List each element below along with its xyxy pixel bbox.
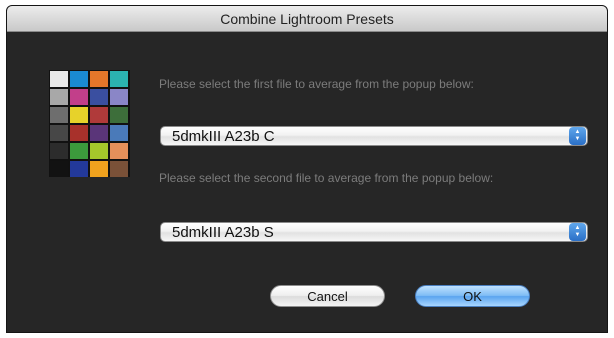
first-file-prompt: Please select the first file to average … — [159, 77, 474, 91]
color-swatch — [50, 71, 68, 87]
color-swatch — [90, 89, 108, 105]
color-swatch — [70, 107, 88, 123]
color-swatch — [50, 89, 68, 105]
color-swatch — [90, 71, 108, 87]
color-swatch — [50, 161, 68, 177]
color-swatch — [110, 89, 128, 105]
color-swatch — [90, 161, 108, 177]
popup-arrows-icon: ▲ ▼ — [569, 223, 586, 241]
first-file-selected: 5dmkIII A23b C — [172, 127, 275, 145]
dialog-content: Please select the first file to average … — [7, 32, 607, 332]
color-swatch — [70, 161, 88, 177]
first-file-popup[interactable]: 5dmkIII A23b C ▲ ▼ — [160, 126, 588, 146]
color-swatch — [110, 107, 128, 123]
second-file-prompt: Please select the second file to average… — [159, 171, 494, 185]
color-swatch — [70, 89, 88, 105]
color-swatch — [110, 143, 128, 159]
second-file-popup[interactable]: 5dmkIII A23b S ▲ ▼ — [160, 222, 588, 242]
dialog-window: Combine Lightroom Presets Please select … — [6, 5, 608, 333]
popup-arrows-icon: ▲ ▼ — [569, 127, 586, 145]
cancel-button[interactable]: Cancel — [270, 285, 385, 307]
color-checker-icon — [49, 70, 130, 177]
second-file-selected: 5dmkIII A23b S — [172, 223, 274, 241]
color-swatch — [90, 143, 108, 159]
color-swatch — [50, 107, 68, 123]
color-swatch — [70, 125, 88, 141]
color-swatch — [50, 125, 68, 141]
ok-button[interactable]: OK — [415, 285, 530, 307]
color-swatch — [110, 71, 128, 87]
color-swatch — [110, 125, 128, 141]
color-swatch — [110, 161, 128, 177]
title-bar[interactable]: Combine Lightroom Presets — [7, 6, 607, 32]
window-title: Combine Lightroom Presets — [220, 10, 394, 27]
color-swatch — [70, 143, 88, 159]
color-swatch — [90, 107, 108, 123]
color-swatch — [70, 71, 88, 87]
color-swatch — [90, 125, 108, 141]
color-swatch — [50, 143, 68, 159]
